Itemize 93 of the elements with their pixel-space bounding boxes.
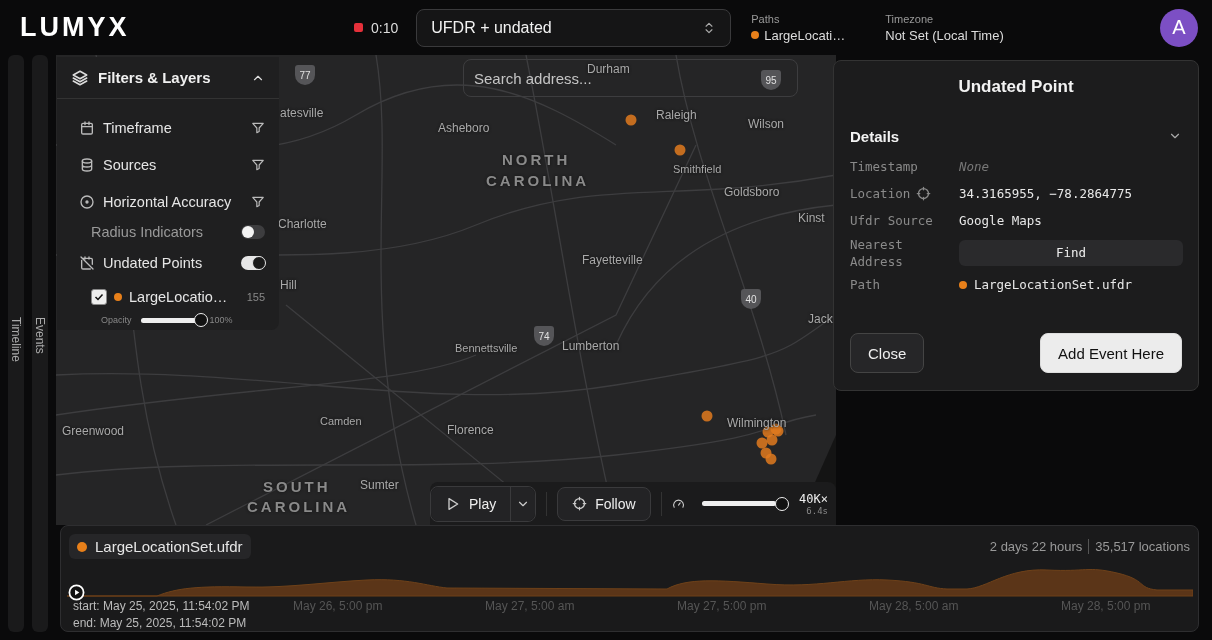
axis-label: May 28, 5:00 am [869,599,959,613]
check-icon [93,291,105,303]
timezone-label: Timezone [885,12,935,25]
map-label: atesville [280,106,324,120]
dataset-select[interactable]: UFDR + undated [416,8,732,47]
layers-icon [71,68,89,87]
map-label: Sumter [360,478,399,492]
recording-time: 0:10 [371,19,399,36]
map-label: Fayetteville [582,253,643,267]
filter-icon [251,120,265,135]
map-label: Charlotte [278,217,327,231]
map-label: SOUTH [263,478,331,495]
filter-label: Sources [103,156,158,173]
toggle-switch[interactable] [241,255,265,270]
map-label: Durham [587,62,630,76]
detail-label: Ufdr Source [850,213,933,228]
highway-shield: 77 [295,65,315,85]
map-label: NORTH [502,151,571,168]
map-label: Greenwood [62,424,125,438]
database-icon [79,156,95,173]
axis-label: May 26, 5:00 pm [293,599,383,613]
map-label: Smithfield [673,163,722,175]
toggle-label: Radius Indicators [91,224,205,240]
find-address-button[interactable]: Find [959,239,1183,266]
map-label: Jack [808,312,833,326]
add-event-button[interactable]: Add Event Here [1040,333,1182,373]
map-label: Camden [320,415,362,427]
close-button[interactable]: Close [850,333,925,373]
axis-label: May 28, 5:00 pm [1061,599,1151,613]
map-label: Kinst [798,211,825,225]
crosshair-icon [572,496,588,511]
highway-shield: 40 [741,289,761,309]
layer-checkbox[interactable] [91,289,107,305]
layer-name: LargeLocatio… [129,289,229,305]
user-avatar[interactable]: A [1160,8,1198,47]
path-name: LargeLocationSet.ufdr [974,277,1133,292]
map-label: Bennettsville [455,342,518,354]
play-icon [445,495,461,512]
app-logo: LUMYX [20,12,131,43]
detail-value: 34.3165955, −78.2864775 [959,185,1134,203]
map-label: Goldsboro [724,185,780,199]
map-label: Raleigh [656,108,697,122]
map-label: Florence [447,423,494,437]
path-name: LargeLocati… [764,27,846,43]
target-icon [79,193,95,210]
filter-label: Timeframe [103,119,173,136]
detail-label: Timestamp [850,159,918,174]
side-rail[interactable]: Timeline [8,55,24,632]
opacity-label: Opacity [101,315,132,325]
opacity-value: 100% [209,315,233,325]
popup-title: Undated Point [957,76,1075,98]
toggle-switch[interactable] [241,225,265,239]
playback-duration: 6.4s [806,505,828,516]
paths-label: Paths [751,12,781,25]
range-end: end: May 25, 2025, 11:54:02 PM [73,615,248,632]
speed-value: 40K× [799,491,828,506]
follow-button[interactable]: Follow [557,486,651,521]
filters-header[interactable]: Filters & Layers [57,57,279,99]
map-label: Wilmington [727,416,787,430]
point-count: 155 [246,291,265,303]
crosshair-icon [916,186,932,201]
detail-value: Google Maps [959,212,1043,230]
map-label: CAROLINA [486,172,590,189]
calendar-crossed-icon [79,254,95,271]
highway-shield: 95 [761,70,781,90]
toggle-label: Undated Points [103,254,204,271]
detail-label: Path [850,277,881,292]
detail-label: Location [850,186,911,201]
timeline-duration: 2 days 22 hours [989,539,1083,554]
detail-label: Nearest Address [850,235,904,270]
map-label: CAROLINA [247,498,351,515]
track-name: LargeLocationSet.ufdr [95,538,243,555]
highway-shield: 74 [534,326,554,346]
details-section-header[interactable]: Details [850,125,1182,147]
axis-label: May 27, 5:00 pm [677,599,767,613]
filter-icon [251,157,265,172]
play-button[interactable]: Play [431,486,511,521]
detail-value: None [959,158,991,176]
axis-label: May 27, 5:00 am [485,599,575,613]
filter-label: Horizontal Accuracy [103,193,233,210]
side-rail[interactable]: Events [32,55,48,632]
playhead-play-icon[interactable] [68,584,85,601]
recording-icon [354,23,363,32]
filter-icon [251,194,265,209]
range-start: start: May 25, 2025, 11:54:02 PM [73,598,250,615]
map-label: Asheboro [438,121,490,135]
map-label: Wilson [748,117,784,131]
map-label: Hill [280,278,297,292]
location-count: 35,517 locations [1095,539,1190,554]
timezone-value: Not Set (Local Time) [885,27,1004,43]
map-label: Lumberton [562,339,620,353]
calendar-icon [79,119,95,136]
speed-gauge-icon [671,496,685,511]
